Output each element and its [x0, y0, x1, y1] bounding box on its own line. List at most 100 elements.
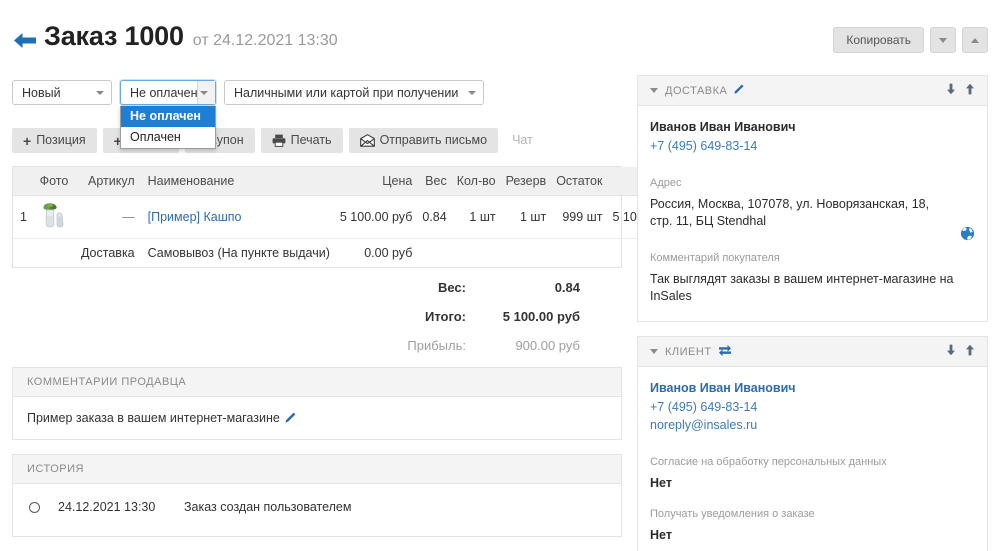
order-toolbar: + Позиция + Скидка + Купон Печать: [12, 128, 541, 153]
buyer-comment-value: Так выглядят заказы в вашем интернет-маг…: [650, 272, 954, 303]
edit-delivery-panel-button[interactable]: [733, 83, 745, 98]
consent-label: Согласие на обработку персональных данны…: [650, 456, 887, 468]
sync-icon[interactable]: [718, 344, 732, 360]
edit-comment-button[interactable]: [284, 411, 297, 424]
chevron-up-icon: [971, 37, 979, 43]
dropdown-option-unpaid[interactable]: Не оплачен: [121, 106, 215, 127]
row-qty: 1 шт: [451, 195, 501, 239]
client-panel: Клиент: [637, 336, 988, 551]
order-title: Заказ 1000: [44, 21, 184, 51]
add-position-button[interactable]: + Позиция: [12, 128, 97, 153]
recipient-phone[interactable]: +7 (495) 649-83-14: [650, 137, 975, 155]
total-sum-label: Итого:: [425, 309, 466, 324]
sidebar: Доставка: [637, 75, 988, 551]
table-row: 1 — [Пример] Кашпо 5 100.00 руб 0.84 1 ш…: [13, 195, 713, 239]
history-text: Заказ создан пользователем: [184, 500, 352, 514]
client-name-link[interactable]: Иванов Иван Иванович: [650, 381, 975, 395]
history-body: 24.12.2021 13:30 Заказ создан пользовате…: [13, 484, 621, 536]
payment-method-value: Наличными или картой при получении: [234, 85, 459, 100]
client-panel-header: Клиент: [638, 337, 987, 367]
delivery-panel-title: Доставка: [665, 84, 728, 97]
chevron-down-icon: [200, 90, 208, 95]
triangle-down-icon[interactable]: [650, 88, 658, 93]
dropdown-option-paid[interactable]: Оплачен: [121, 127, 215, 148]
panel-move-controls: [946, 83, 975, 98]
th-rest: Остаток: [551, 167, 608, 196]
client-panel-body: Иванов Иван Иванович +7 (495) 649-83-14 …: [638, 367, 987, 551]
row-weight: 0.84: [417, 195, 452, 239]
chat-button[interactable]: Чат: [504, 128, 541, 153]
delivery-panel: Доставка: [637, 75, 988, 322]
client-email[interactable]: noreply@insales.ru: [650, 416, 975, 434]
send-email-label: Отправить письмо: [379, 133, 488, 147]
total-weight-label: Вес:: [437, 280, 466, 295]
print-label: Печать: [290, 133, 332, 147]
address-label: Адрес: [650, 177, 682, 189]
arrow-down-icon[interactable]: [946, 344, 956, 359]
row-price: 5 100.00 руб: [334, 195, 418, 239]
th-index: [13, 167, 32, 196]
page-title: Заказ 1000 от 24.12.2021 13:30: [44, 21, 338, 52]
th-reserve: Резерв: [500, 167, 552, 196]
delivery-name: Самовывоз (На пункте выдачи): [147, 246, 330, 260]
profit-row: Прибыль: 900.00 руб: [12, 338, 580, 353]
total-weight-value: 0.84: [554, 280, 580, 295]
product-link[interactable]: [Пример] Кашпо: [148, 210, 242, 224]
delivery-photo: [32, 239, 76, 268]
row-rest: 999 шт: [551, 195, 608, 239]
delivery-panel-header: Доставка: [638, 76, 987, 106]
copy-button[interactable]: Копировать: [833, 27, 924, 53]
arrow-up-icon[interactable]: [965, 83, 975, 98]
order-status-value: Новый: [22, 85, 61, 100]
copy-dropdown-button[interactable]: [930, 27, 956, 53]
panel-move-controls: [946, 344, 975, 359]
order-items-table: Фото Артикул Наименование Цена Вес Кол-в…: [13, 167, 713, 267]
collapse-all-button[interactable]: [962, 27, 988, 53]
table-header-row: Фото Артикул Наименование Цена Вес Кол-в…: [13, 167, 713, 196]
payment-method-select[interactable]: Наличными или картой при получении: [224, 80, 484, 105]
plus-icon: +: [23, 132, 32, 149]
buyer-comment-label: Комментарий покупателя: [650, 252, 780, 264]
delivery-index: [13, 239, 32, 268]
order-status-select[interactable]: Новый: [12, 80, 112, 105]
arrow-up-icon[interactable]: [965, 344, 975, 359]
total-sum-row: Итого: 5 100.00 руб: [12, 309, 580, 324]
globe-icon[interactable]: [960, 226, 975, 244]
payment-status-value: Не оплачен: [130, 85, 198, 100]
row-name: [Пример] Кашпо: [139, 195, 335, 239]
payment-status-dropdown[interactable]: Не оплачен Оплачен: [120, 106, 216, 149]
table-row-delivery: Доставка Самовывоз (На пункте выдачи) 0.…: [13, 239, 713, 268]
th-price: Цена: [334, 167, 418, 196]
product-thumbnail[interactable]: [31, 195, 76, 239]
seller-comments-panel: Комментарии продавца Пример заказа в ваш…: [12, 367, 622, 440]
header-actions: Копировать: [833, 27, 988, 53]
triangle-down-icon[interactable]: [650, 349, 658, 354]
delivery-rest: [551, 239, 607, 268]
chevron-down-icon: [939, 37, 947, 43]
delivery-qty: [452, 239, 501, 268]
client-phone[interactable]: +7 (495) 649-83-14: [650, 398, 975, 416]
row-article: —: [75, 195, 140, 239]
delivery-panel-body: Иванов Иван Иванович +7 (495) 649-83-14 …: [638, 106, 987, 321]
seller-comments-body: Пример заказа в вашем интернет-магазине: [13, 397, 621, 439]
seller-comments-title: Комментарии продавца: [13, 368, 621, 397]
main-content: Фото Артикул Наименование Цена Вес Кол-в…: [12, 166, 713, 537]
print-button[interactable]: Печать: [260, 128, 343, 153]
history-date: 24.12.2021 13:30: [58, 500, 156, 514]
payment-status-select[interactable]: Не оплачен: [120, 80, 216, 105]
arrow-down-icon[interactable]: [946, 83, 956, 98]
chevron-down-icon: [468, 90, 476, 95]
status-control-bar: Новый Не оплачен Не оплачен Оплачен Нали…: [12, 80, 484, 149]
delivery-weight: [417, 239, 451, 268]
row-reserve: 1 шт: [500, 195, 552, 239]
envelope-icon: [359, 134, 375, 147]
th-article: Артикул: [75, 167, 140, 196]
order-page: Заказ 1000 от 24.12.2021 13:30 Копироват…: [0, 0, 1000, 551]
send-email-button[interactable]: Отправить письмо: [348, 128, 499, 153]
chevron-down-icon: [96, 90, 104, 95]
seller-comments-text: Пример заказа в вашем интернет-магазине: [27, 411, 280, 425]
back-arrow-icon[interactable]: [12, 30, 38, 50]
history-row: 24.12.2021 13:30 Заказ создан пользовате…: [27, 498, 607, 522]
th-qty: Кол-во: [451, 167, 501, 196]
client-panel-title: Клиент: [665, 345, 712, 358]
